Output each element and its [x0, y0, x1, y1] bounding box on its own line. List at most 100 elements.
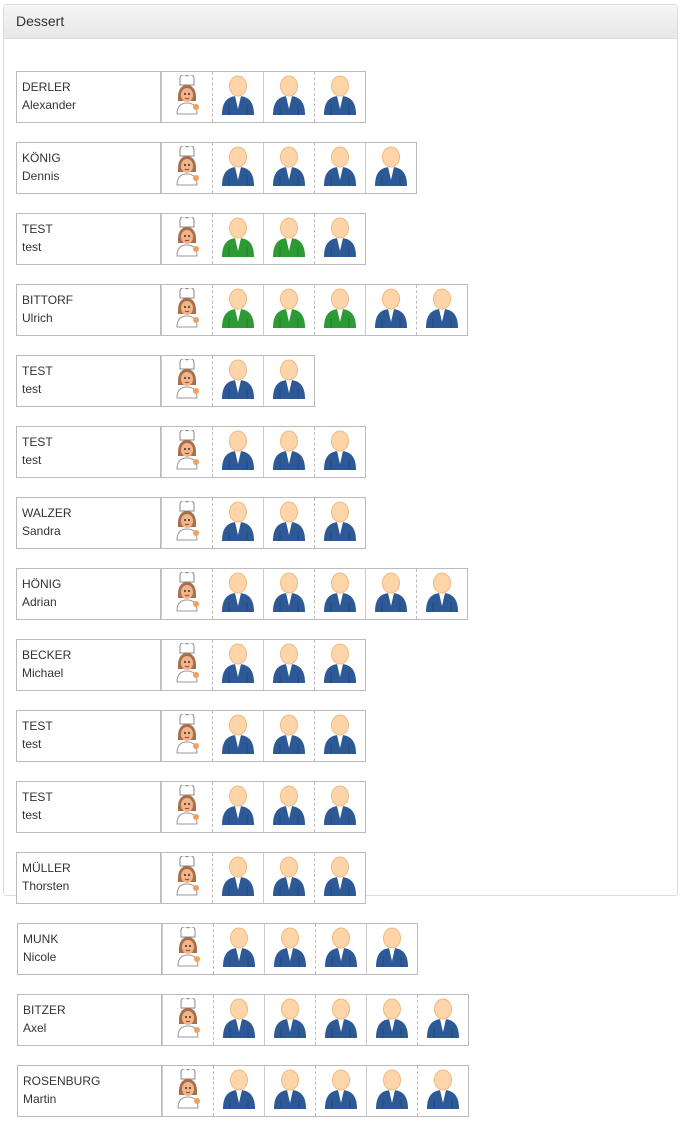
guest-seat[interactable] — [315, 995, 366, 1045]
guest-seat[interactable] — [314, 498, 365, 548]
host-seat[interactable] — [161, 711, 212, 761]
table-row[interactable]: TEST test — [16, 426, 366, 478]
guest-seat[interactable] — [263, 569, 314, 619]
guest-seat[interactable] — [212, 214, 263, 264]
guest-seat[interactable] — [365, 285, 416, 335]
guest-seat[interactable] — [263, 498, 314, 548]
guest-seat[interactable] — [315, 1066, 366, 1116]
guest-seat[interactable] — [212, 285, 263, 335]
guest-seat[interactable] — [416, 285, 467, 335]
table-row[interactable]: WALZER Sandra — [16, 497, 366, 549]
guest-seat[interactable] — [212, 72, 263, 122]
guest-seat[interactable] — [315, 924, 366, 974]
host-seat[interactable] — [161, 214, 212, 264]
guest-seat[interactable] — [416, 569, 467, 619]
guest-seat[interactable] — [314, 214, 365, 264]
guest-seat[interactable] — [212, 143, 263, 193]
guest-seat[interactable] — [263, 427, 314, 477]
host-first-name: Alexander — [22, 98, 77, 112]
host-last-name: BITTORF — [22, 293, 74, 307]
host-seat[interactable] — [161, 498, 212, 548]
guest-seat[interactable] — [263, 782, 314, 832]
table-row[interactable]: KÖNIG Dennis — [16, 142, 417, 194]
guest-seat[interactable] — [264, 995, 315, 1045]
table-row[interactable]: BECKER Michael — [16, 639, 366, 691]
guest-icon — [323, 146, 357, 191]
guest-seat[interactable] — [212, 356, 263, 406]
host-seat[interactable] — [162, 924, 213, 974]
table-row[interactable]: TEST test — [16, 213, 366, 265]
host-seat[interactable] — [161, 782, 212, 832]
guest-seat[interactable] — [264, 1066, 315, 1116]
guest-icon — [374, 572, 408, 617]
host-name: WALZER Sandra — [17, 498, 161, 548]
guest-seat[interactable] — [314, 853, 365, 903]
guest-seat[interactable] — [366, 1066, 417, 1116]
table-row[interactable]: DERLER Alexander — [16, 71, 366, 123]
guest-seat[interactable] — [263, 356, 314, 406]
guest-seat[interactable] — [365, 143, 416, 193]
guest-icon — [323, 217, 357, 262]
guest-seat[interactable] — [212, 427, 263, 477]
guest-seat[interactable] — [314, 782, 365, 832]
guest-seat[interactable] — [314, 72, 365, 122]
guest-seat[interactable] — [314, 569, 365, 619]
guest-seat[interactable] — [212, 498, 263, 548]
table-row[interactable]: HÖNIG Adrian — [16, 568, 468, 620]
table-row[interactable]: TEST test — [16, 710, 366, 762]
host-last-name: MÜLLER — [22, 861, 71, 875]
table-row[interactable]: BITZER Axel — [17, 994, 469, 1046]
guest-icon — [221, 359, 255, 404]
guest-seat[interactable] — [314, 143, 365, 193]
host-first-name: Axel — [23, 1021, 47, 1035]
guest-seat[interactable] — [365, 569, 416, 619]
panel-title: Dessert — [4, 5, 677, 39]
guest-seat[interactable] — [314, 427, 365, 477]
guest-icon — [221, 146, 255, 191]
guest-seat[interactable] — [263, 214, 314, 264]
host-seat[interactable] — [162, 995, 213, 1045]
guest-seat[interactable] — [213, 995, 264, 1045]
host-seat[interactable] — [161, 143, 212, 193]
host-seat[interactable] — [161, 569, 212, 619]
guest-seat[interactable] — [314, 285, 365, 335]
guest-seat[interactable] — [263, 853, 314, 903]
guest-green-icon — [221, 288, 255, 333]
guest-seat[interactable] — [263, 285, 314, 335]
guest-seat[interactable] — [263, 711, 314, 761]
guest-seat[interactable] — [263, 640, 314, 690]
host-seat[interactable] — [161, 427, 212, 477]
guest-seat[interactable] — [263, 143, 314, 193]
guest-seat[interactable] — [417, 995, 468, 1045]
guest-seat[interactable] — [263, 72, 314, 122]
guest-seat[interactable] — [314, 711, 365, 761]
table-row[interactable]: TEST test — [16, 781, 366, 833]
guest-seat[interactable] — [212, 711, 263, 761]
guest-seat[interactable] — [212, 569, 263, 619]
host-seat[interactable] — [161, 853, 212, 903]
guest-icon — [273, 998, 307, 1043]
table-row[interactable]: BITTORF Ulrich — [16, 284, 468, 336]
table-row[interactable]: TEST test — [16, 355, 315, 407]
guest-seat[interactable] — [366, 924, 417, 974]
guest-seat[interactable] — [212, 853, 263, 903]
guest-seat[interactable] — [314, 640, 365, 690]
guest-seat[interactable] — [264, 924, 315, 974]
host-first-name: Sandra — [22, 524, 61, 538]
host-last-name: WALZER — [22, 506, 72, 520]
table-row[interactable]: MUNK Nicole — [17, 923, 418, 975]
table-row[interactable]: ROSENBURG Martin — [17, 1065, 469, 1117]
guest-seat[interactable] — [366, 995, 417, 1045]
guest-seat[interactable] — [213, 1066, 264, 1116]
guest-seat[interactable] — [417, 1066, 468, 1116]
host-seat[interactable] — [161, 72, 212, 122]
chef-icon — [172, 499, 202, 546]
host-seat[interactable] — [161, 356, 212, 406]
table-row[interactable]: MÜLLER Thorsten — [16, 852, 366, 904]
guest-seat[interactable] — [213, 924, 264, 974]
host-seat[interactable] — [161, 285, 212, 335]
guest-seat[interactable] — [212, 782, 263, 832]
host-seat[interactable] — [162, 1066, 213, 1116]
host-seat[interactable] — [161, 640, 212, 690]
guest-seat[interactable] — [212, 640, 263, 690]
